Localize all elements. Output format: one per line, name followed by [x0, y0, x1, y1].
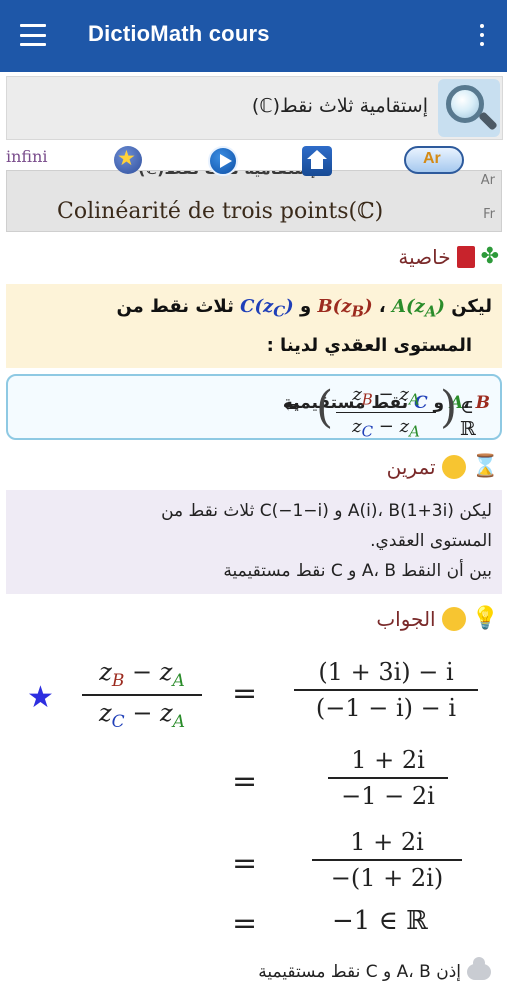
search-bar: إستقامية ثلاث نقط(ℂ) [6, 76, 503, 140]
equivalence-fraction: zB − zA zC − zA [336, 384, 436, 440]
clover-icon: ✤ [480, 244, 499, 269]
conclusion: إذن A، B و C نقط مستقيمية [258, 957, 491, 982]
property-heading: ✤ خاصية [398, 244, 499, 269]
hourglass-icon: ⌛ [471, 454, 499, 479]
rhs-fraction-2: 1 + 2i −1 − 2i [328, 746, 448, 810]
equals-sign-1: = [232, 676, 258, 711]
lang-label-fr: Fr [483, 207, 495, 222]
exercise-line-1: ليكن A(i)، B(1+3i) و C(−1−i) ثلاث نقط من [161, 501, 492, 521]
equals-sign-3: = [232, 846, 258, 881]
home-icon[interactable] [302, 146, 332, 176]
overflow-vertical-icon[interactable] [479, 24, 485, 46]
french-title: Colinéarité de trois points(ℂ) [57, 199, 384, 224]
search-input[interactable]: إستقامية ثلاث نقط(ℂ) [11, 83, 436, 135]
search-button[interactable] [438, 79, 500, 137]
app-title: DictioMath cours [88, 21, 270, 46]
app-bar: DictioMath cours [0, 0, 507, 72]
play-icon[interactable] [208, 146, 238, 176]
equivalence-box: A، B و C نقط مستقيمية ⇔ ( zB − zA zC − z… [6, 374, 502, 440]
final-result: −1 ∈ ℝ [332, 906, 428, 936]
cloud-icon [467, 957, 491, 980]
lesson-title-card: إستقامية ثلاث نقط(ℂ) Colinéarité de troi… [6, 170, 502, 232]
lhs-fraction: zB − zA zC − zA [82, 658, 202, 732]
exercise-heading: ⌛ تمرين [386, 454, 499, 479]
favorites-star-icon[interactable] [114, 146, 142, 174]
book-icon [456, 245, 475, 268]
exercise-line-2: المستوى العقدي. [370, 531, 492, 551]
exercise-line-3: بين أن النقط A، B و C نقط مستقيمية [223, 561, 492, 581]
equivalence-formula: ⇔ ( zB − zA zC − zA ) ∈ ℝ [284, 382, 476, 441]
property-box: ليكن A(zA) ، B(zB) و C(zC) ثلاث نقط من ا… [6, 284, 502, 368]
infini-link[interactable]: infini [6, 147, 48, 166]
hamburger-menu-icon[interactable] [20, 24, 46, 46]
equals-sign-2: = [232, 764, 258, 799]
toolbar: infini Ar [6, 144, 503, 178]
language-toggle-icon[interactable]: Ar [404, 146, 464, 174]
thinking-face-icon [441, 454, 466, 479]
rhs-fraction-3: 1 + 2i −(1 + 2i) [312, 828, 462, 892]
rhs-fraction-1: (1 + 3i) − i (−1 − i) − i [294, 658, 478, 722]
property-line-1: ليكن A(zA) ، B(zB) و C(zC) ثلاث نقط من [116, 296, 492, 321]
language-toggle-label: Ar [423, 150, 441, 167]
exercise-box: ليكن A(i)، B(1+3i) و C(−1−i) ثلاث نقط من… [6, 490, 502, 594]
star-bullet-icon: ★ [27, 680, 54, 715]
solution-derivation: ★ zB − zA zC − zA = (1 + 3i) − i (−1 − i… [0, 600, 507, 1000]
equals-sign-4: = [232, 906, 258, 941]
property-line-2: المستوى العقدي لدينا : [266, 334, 472, 356]
